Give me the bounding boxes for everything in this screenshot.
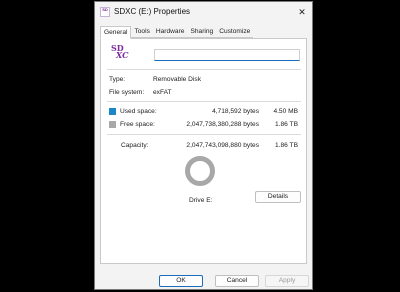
file-system-label: File system: <box>109 89 145 96</box>
sd-card-icon: SD <box>100 7 110 17</box>
divider <box>107 69 301 70</box>
file-system-value: exFAT <box>153 89 172 96</box>
capacity-label: Capacity: <box>121 142 149 149</box>
type-label: Type: <box>109 76 126 83</box>
free-space-label: Free space: <box>120 121 155 128</box>
used-space-swatch <box>109 108 116 115</box>
details-button[interactable]: Details <box>255 191 301 203</box>
free-space-size: 1.86 TB <box>275 121 298 128</box>
tab-general[interactable]: General <box>100 26 132 39</box>
used-space-bytes: 4,718,592 bytes <box>212 108 259 115</box>
used-space-label: Used space: <box>120 108 157 115</box>
divider <box>107 134 301 135</box>
disk-usage-donut-chart <box>185 156 215 186</box>
type-value: Removable Disk <box>153 76 202 83</box>
divider <box>107 101 301 102</box>
tab-bar: General Tools Hardware Sharing Customize <box>100 26 254 39</box>
drive-icon-text-xc: XC <box>116 50 129 60</box>
capacity-size: 1.86 TB <box>275 142 298 149</box>
window-title: SDXC (E:) Properties <box>114 7 191 16</box>
free-space-swatch <box>109 121 116 128</box>
drive-name-input[interactable] <box>154 49 300 61</box>
tab-customize[interactable]: Customize <box>216 26 254 38</box>
general-panel: SD XC Type: Removable Disk File system: … <box>100 38 307 264</box>
tab-sharing[interactable]: Sharing <box>187 26 217 38</box>
sdxc-drive-icon: SD XC <box>111 44 131 63</box>
cancel-button[interactable]: Cancel <box>215 275 259 287</box>
capacity-bytes: 2,047,743,098,880 bytes <box>186 142 259 149</box>
used-space-size: 4.50 MB <box>273 108 298 115</box>
drive-label: Drive E: <box>189 197 213 204</box>
title-bar: SD SDXC (E:) Properties ✕ <box>95 2 312 22</box>
close-button[interactable]: ✕ <box>295 5 309 19</box>
apply-button[interactable]: Apply <box>265 275 309 287</box>
properties-dialog: SD SDXC (E:) Properties ✕ General Tools … <box>94 1 313 290</box>
tab-hardware[interactable]: Hardware <box>152 26 188 38</box>
ok-button[interactable]: OK <box>159 275 203 287</box>
free-space-bytes: 2,047,738,380,288 bytes <box>186 121 259 128</box>
tab-tools[interactable]: Tools <box>131 26 153 38</box>
